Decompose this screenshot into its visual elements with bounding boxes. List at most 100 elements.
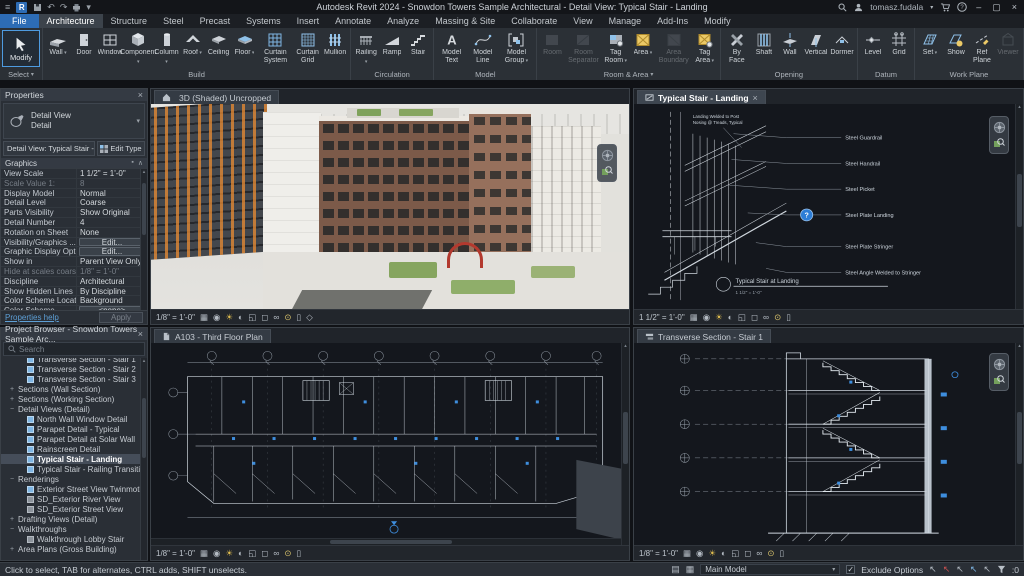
drag-on-selection-icon[interactable]: ↖ bbox=[983, 565, 991, 574]
tab-view[interactable]: View bbox=[565, 14, 600, 28]
edit-visibility-button[interactable]: Edit... bbox=[79, 238, 145, 247]
tab-analyze[interactable]: Analyze bbox=[379, 14, 427, 28]
properties-header[interactable]: Properties× bbox=[1, 89, 147, 101]
reveal-hidden-icon[interactable]: ⊙ bbox=[774, 313, 781, 322]
grid-button[interactable]: Grid bbox=[886, 30, 912, 57]
browser-folder[interactable]: Walkthroughs bbox=[1, 524, 147, 534]
app-menu-icon[interactable]: ≡ bbox=[5, 2, 10, 12]
sun-path-icon[interactable]: ☀ bbox=[225, 313, 233, 322]
shadows-icon[interactable]: ◐ bbox=[728, 313, 733, 322]
wall-button[interactable]: Wall bbox=[45, 30, 71, 58]
column-button[interactable]: Column bbox=[154, 30, 180, 65]
detail-level-icon[interactable]: ▦ bbox=[690, 313, 698, 322]
sun-path-icon[interactable]: ☀ bbox=[708, 549, 716, 558]
visual-style-icon[interactable]: ◉ bbox=[213, 313, 220, 322]
view-tab-3d[interactable]: 3D (Shaded) Uncropped bbox=[154, 90, 279, 104]
apply-button[interactable]: Apply bbox=[99, 312, 143, 323]
browser-item[interactable]: Rainscreen Detail bbox=[1, 444, 147, 454]
instance-selector[interactable]: Detail View: Typical Stair - Landin▾ bbox=[3, 141, 95, 156]
component-button[interactable]: Component bbox=[123, 30, 154, 65]
shadows-icon[interactable]: ◐ bbox=[238, 549, 243, 558]
show-crop-icon[interactable]: ◻ bbox=[261, 549, 268, 558]
set-work-plane-button[interactable]: Set bbox=[917, 30, 943, 58]
expander-icon[interactable] bbox=[9, 386, 15, 393]
expander-icon[interactable] bbox=[9, 476, 15, 483]
window-button[interactable]: Window bbox=[97, 30, 123, 57]
collapse-icon[interactable]: ∧ bbox=[138, 159, 143, 167]
steering-wheel-button[interactable] bbox=[993, 358, 1006, 371]
user-dropdown-icon[interactable]: ▾ bbox=[930, 4, 933, 11]
scale-button[interactable]: 1 1/2" = 1'-0" bbox=[639, 313, 685, 322]
browser-item[interactable]: Exterior Street View Twinmotion bbox=[1, 484, 147, 494]
pin-icon[interactable]: ▪ bbox=[131, 159, 133, 167]
vertical-scrollbar[interactable]: ▴ bbox=[621, 343, 629, 545]
visual-style-icon[interactable]: ◉ bbox=[703, 313, 710, 322]
3d-canvas[interactable] bbox=[151, 104, 629, 309]
save-icon[interactable] bbox=[33, 3, 42, 12]
browser-folder[interactable]: Renderings bbox=[1, 474, 147, 484]
browser-folder[interactable]: Sections (Wall Section) bbox=[1, 384, 147, 394]
crop-view-icon[interactable]: ◱ bbox=[248, 549, 256, 558]
group-label-select[interactable]: Select▾ bbox=[1, 69, 41, 80]
close-button[interactable]: × bbox=[1010, 2, 1019, 12]
displacement-icon[interactable]: ◇ bbox=[306, 313, 313, 322]
wall-opening-button[interactable]: Wall bbox=[777, 30, 803, 57]
browser-item[interactable]: Walkthrough Lobby Stair bbox=[1, 534, 147, 544]
edit-type-button[interactable]: Edit Type bbox=[97, 141, 145, 156]
close-icon[interactable]: × bbox=[138, 90, 143, 100]
steering-wheel-button[interactable] bbox=[601, 149, 614, 162]
visual-style-icon[interactable]: ◉ bbox=[696, 549, 703, 558]
browser-folder[interactable]: Detail Views (Detail) bbox=[1, 404, 147, 414]
ceiling-button[interactable]: Ceiling bbox=[206, 30, 232, 57]
reveal-hidden-icon[interactable]: ⊙ bbox=[284, 313, 291, 322]
horizontal-scrollbar[interactable] bbox=[151, 538, 621, 545]
browser-item[interactable]: Transverse Section - Stair 2 bbox=[1, 364, 147, 374]
detail-level-icon[interactable]: ▦ bbox=[683, 549, 691, 558]
browser-item[interactable]: Parapet Detail - Typical bbox=[1, 424, 147, 434]
color-scheme-button[interactable]: <none> bbox=[79, 306, 145, 310]
show-crop-icon[interactable]: ◻ bbox=[744, 549, 751, 558]
select-links-icon[interactable]: ↖ bbox=[929, 565, 937, 574]
tab-precast[interactable]: Precast bbox=[192, 14, 239, 28]
select-pinned-icon[interactable]: ↖ bbox=[956, 565, 964, 574]
keynote-badge[interactable]: ? bbox=[801, 209, 813, 221]
scale-button[interactable]: 1/8" = 1'-0" bbox=[639, 549, 678, 558]
browser-scrollbar[interactable]: ▴ bbox=[140, 358, 147, 560]
expander-icon[interactable] bbox=[9, 516, 15, 523]
tab-massing-site[interactable]: Massing & Site bbox=[427, 14, 503, 28]
tab-add-ins[interactable]: Add-Ins bbox=[649, 14, 696, 28]
worksets-icon[interactable]: ▤ bbox=[671, 565, 680, 574]
temporary-view-properties-icon[interactable]: ▯ bbox=[297, 549, 302, 558]
area-button[interactable]: Area bbox=[630, 30, 656, 58]
roof-button[interactable]: Roof bbox=[180, 30, 206, 58]
shaft-button[interactable]: Shaft bbox=[751, 30, 777, 57]
vertical-scrollbar[interactable]: ▴ bbox=[1015, 104, 1023, 309]
exclude-options-checkbox[interactable]: ✓ bbox=[846, 565, 855, 574]
crop-view-icon[interactable]: ◱ bbox=[731, 549, 739, 558]
project-browser-header[interactable]: Project Browser - Snowdon Towers Sample … bbox=[1, 328, 147, 340]
browser-item[interactable]: Transverse Section - Stair 3 bbox=[1, 374, 147, 384]
restore-button[interactable]: ▢ bbox=[990, 2, 1003, 13]
browser-item[interactable]: North Wall Window Detail bbox=[1, 414, 147, 424]
qat-dropdown-icon[interactable]: ▾ bbox=[86, 3, 91, 12]
close-view-icon[interactable]: × bbox=[753, 93, 758, 103]
browser-folder[interactable]: Sections (Working Section) bbox=[1, 394, 147, 404]
scale-button[interactable]: 1/8" = 1'-0" bbox=[156, 549, 195, 558]
tab-file[interactable]: File bbox=[0, 14, 39, 28]
curtain-system-button[interactable]: Curtain System bbox=[258, 30, 294, 64]
user-avatar-icon[interactable] bbox=[854, 3, 863, 12]
stair-detail-canvas[interactable]: Steel Guardrail Steel Handrail Steel Pic… bbox=[634, 104, 1023, 309]
design-options-icon[interactable]: ▦ bbox=[686, 565, 695, 574]
tab-collaborate[interactable]: Collaborate bbox=[503, 14, 565, 28]
railing-button[interactable]: Railing bbox=[353, 30, 379, 65]
by-face-button[interactable]: By Face bbox=[723, 30, 751, 64]
select-by-face-icon[interactable]: ↖ bbox=[970, 565, 978, 574]
redo-icon[interactable]: ↷ bbox=[60, 3, 68, 12]
search-input[interactable] bbox=[19, 345, 140, 354]
tab-systems[interactable]: Systems bbox=[238, 14, 289, 28]
browser-search[interactable] bbox=[3, 342, 145, 356]
undo-icon[interactable]: ↶ bbox=[47, 3, 55, 12]
section-canvas[interactable]: ▴ bbox=[634, 343, 1023, 545]
vertical-opening-button[interactable]: Vertical bbox=[803, 30, 829, 57]
show-crop-icon[interactable]: ◻ bbox=[751, 313, 758, 322]
